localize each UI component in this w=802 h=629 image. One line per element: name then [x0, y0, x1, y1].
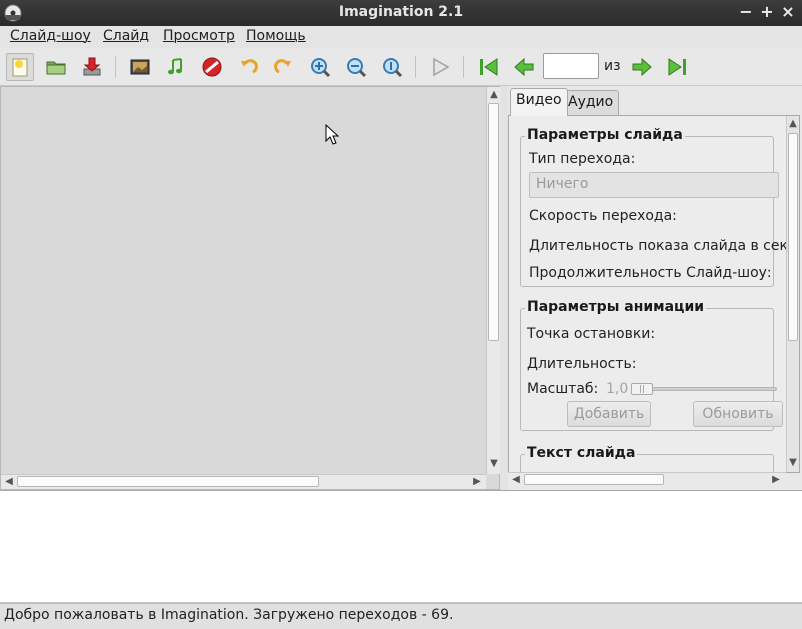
pane-divider[interactable] — [500, 86, 508, 490]
slide-canvas[interactable] — [2, 88, 486, 473]
zoom-out-button[interactable] — [342, 53, 370, 81]
add-animation-button[interactable]: Добавить — [567, 401, 651, 427]
previous-slide-button[interactable] — [510, 53, 538, 81]
open-folder-icon — [46, 61, 66, 75]
scroll-left-arrow-icon[interactable]: ◀ — [3, 477, 15, 487]
new-slideshow-button[interactable] — [6, 53, 34, 81]
import-music-icon — [168, 58, 182, 75]
slide-text-frame: Текст слайда — [520, 445, 774, 472]
animation-duration-label: Длительность: — [527, 356, 637, 372]
tab-audio[interactable]: Аудио — [562, 90, 620, 116]
thumbnail-area[interactable] — [0, 490, 802, 603]
properties-pane: Видео Аудио Параметры слайда Тип переход… — [508, 86, 802, 490]
save-button[interactable] — [78, 53, 106, 81]
import-pictures-button[interactable] — [126, 53, 154, 81]
video-tab-panel: Параметры слайда Тип перехода: Ничего Ск… — [508, 115, 800, 473]
preview-horizontal-scrollbar[interactable]: ◀ ▶ — [1, 474, 486, 489]
app-window: Imagination 2.1 − + × Слайд-шоу Слайд Пр… — [0, 0, 802, 629]
menu-help[interactable]: Помощь — [246, 28, 306, 44]
rotate-left-button[interactable] — [234, 53, 262, 81]
play-icon — [433, 57, 450, 77]
toolbar-separator — [115, 56, 116, 78]
next-slide-icon — [632, 57, 652, 77]
slide-number-input[interactable] — [543, 53, 599, 79]
menu-bar: Слайд-шоу Слайд Просмотр Помощь — [0, 26, 802, 48]
minimize-button[interactable]: − — [737, 3, 755, 21]
close-button[interactable]: × — [779, 3, 797, 21]
stop-point-label: Точка остановки: — [527, 326, 656, 342]
save-icon — [83, 57, 101, 76]
new-slideshow-icon — [12, 58, 28, 77]
maximize-button[interactable]: + — [758, 3, 776, 21]
horizontal-scroll-thumb[interactable] — [17, 476, 319, 487]
menu-view[interactable]: Просмотр — [163, 28, 235, 44]
slide-text-title: Текст слайда — [525, 445, 638, 461]
first-slide-button[interactable] — [474, 53, 502, 81]
props-scroll-down-arrow-icon[interactable]: ▼ — [787, 458, 799, 468]
toolbar-separator — [463, 56, 464, 78]
properties-vertical-scrollbar[interactable]: ▲ ▼ — [786, 116, 799, 472]
zoom-in-icon — [311, 58, 331, 78]
scroll-down-arrow-icon[interactable]: ▼ — [488, 459, 500, 469]
props-horizontal-scroll-thumb[interactable] — [524, 474, 664, 485]
props-vertical-scroll-thumb[interactable] — [788, 133, 798, 341]
animation-params-title: Параметры анимации — [525, 299, 707, 315]
import-pictures-icon — [130, 59, 150, 75]
delete-button[interactable] — [198, 53, 226, 81]
zoom-in-button[interactable] — [306, 53, 334, 81]
props-scroll-right-arrow-icon[interactable]: ▶ — [770, 475, 782, 485]
zoom-slider-knob[interactable]: || — [631, 383, 653, 395]
slideshow-duration-label: Продолжительность Слайд-шоу: — [529, 265, 772, 281]
transition-type-label: Тип перехода: — [529, 151, 636, 167]
rotate-left-icon — [241, 59, 258, 74]
rotate-right-button[interactable] — [270, 53, 298, 81]
zoom-value: 1,0 — [606, 381, 629, 397]
properties-horizontal-scrollbar[interactable]: ◀ ▶ — [508, 472, 786, 487]
zoom-out-icon — [347, 58, 367, 78]
first-slide-icon — [480, 58, 498, 76]
next-slide-button[interactable] — [628, 53, 656, 81]
delete-icon — [202, 57, 222, 77]
tab-video[interactable]: Видео — [510, 88, 568, 116]
slide-params-title: Параметры слайда — [525, 127, 685, 143]
status-text: Добро пожаловать в Imagination. Загружен… — [4, 607, 454, 623]
previous-slide-icon — [514, 57, 534, 77]
vertical-scroll-thumb[interactable] — [488, 103, 499, 341]
preview-vertical-scrollbar[interactable]: ▲ ▼ — [486, 87, 500, 474]
menu-slideshow[interactable]: Слайд-шоу — [10, 28, 91, 44]
slide-duration-label: Длительность показа слайда в сек — [529, 238, 788, 254]
scroll-right-arrow-icon[interactable]: ▶ — [471, 477, 483, 487]
status-bar: Добро пожаловать в Imagination. Загружен… — [0, 603, 802, 629]
toolbar — [0, 48, 802, 86]
rotate-right-icon — [274, 59, 291, 74]
scroll-up-arrow-icon[interactable]: ▲ — [488, 90, 500, 100]
transition-speed-label: Скорость перехода: — [529, 208, 677, 224]
toolbar-separator — [415, 56, 416, 78]
props-scroll-left-arrow-icon[interactable]: ◀ — [510, 475, 522, 485]
update-animation-button[interactable]: Обновить — [693, 401, 783, 427]
zoom-label: Масштаб: — [527, 381, 599, 397]
props-scroll-up-arrow-icon[interactable]: ▲ — [787, 119, 799, 129]
open-button[interactable] — [42, 53, 70, 81]
menu-slide[interactable]: Слайд — [103, 28, 149, 44]
zoom-fit-button[interactable] — [378, 53, 406, 81]
transition-type-combo[interactable]: Ничего — [529, 172, 779, 198]
of-label: из — [604, 58, 621, 74]
import-music-button[interactable] — [162, 53, 190, 81]
last-slide-button[interactable] — [664, 53, 692, 81]
last-slide-icon — [668, 58, 686, 76]
slide-preview-pane: ▲ ▼ ◀ ▶ — [0, 86, 500, 490]
window-title: Imagination 2.1 — [338, 4, 464, 20]
play-button[interactable] — [426, 53, 454, 81]
title-bar[interactable]: Imagination 2.1 − + × — [0, 0, 802, 26]
mouse-cursor-icon — [325, 124, 339, 145]
zoom-fit-icon — [383, 58, 403, 78]
